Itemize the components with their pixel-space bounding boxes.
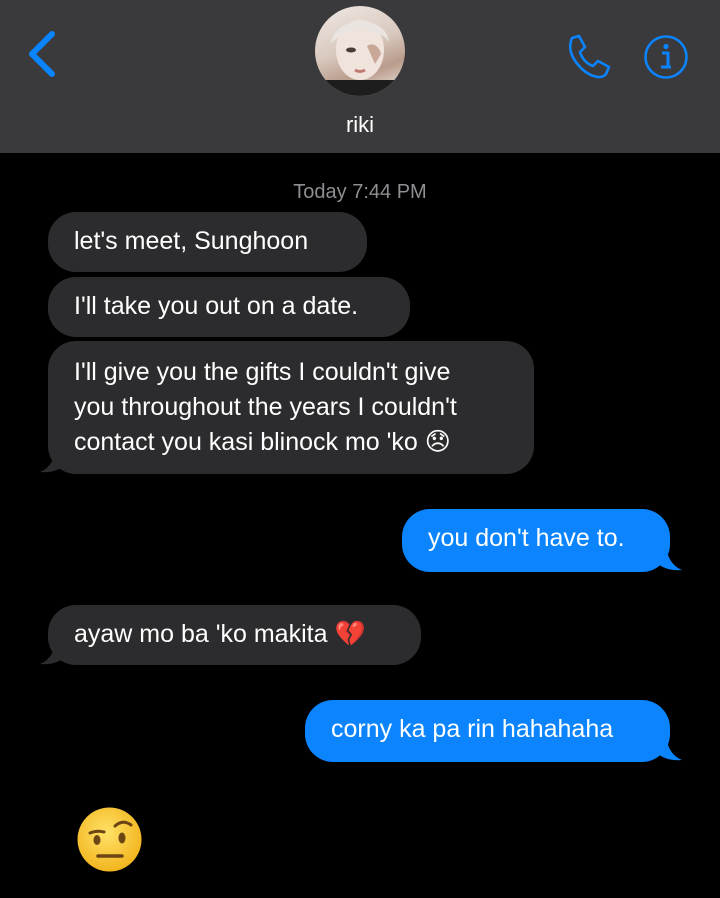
message-text: I'll take you out on a date.	[74, 292, 359, 320]
message-text: let's meet, Sunghoon	[74, 227, 309, 255]
contact-name[interactable]: riki	[0, 112, 720, 138]
message-timestamp: Today 7:44 PM	[293, 181, 427, 203]
contact-avatar[interactable]	[315, 6, 405, 96]
outgoing-message-bubble[interactable]: you don't have to.	[402, 509, 670, 572]
avatar-photo	[315, 20, 405, 96]
message-text-line: you throughout the years I couldn't	[74, 393, 457, 421]
info-icon[interactable]	[643, 34, 689, 80]
message-text: contact you kasi blinock mo 'ko	[74, 428, 418, 456]
message-text: ayaw mo ba 'ko makita	[74, 620, 328, 648]
outgoing-message-bubble[interactable]: corny ka pa rin hahahaha	[305, 700, 670, 762]
phone-icon[interactable]	[562, 32, 612, 82]
broken-heart-emoji: 💔	[334, 620, 366, 648]
disappointed-face-emoji: 😞	[424, 428, 451, 456]
incoming-message-bubble[interactable]: I'll take you out on a date.	[48, 277, 410, 337]
back-chevron-icon[interactable]	[22, 28, 62, 80]
conversation-header: riki	[0, 0, 720, 153]
message-text: corny ka pa rin hahahaha	[331, 715, 614, 743]
incoming-message-bubble[interactable]: let's meet, Sunghoon	[48, 212, 367, 272]
message-text-line: I'll give you the gifts I couldn't give	[74, 358, 451, 386]
incoming-message-bubble[interactable]: ayaw mo ba 'ko makita 💔	[48, 605, 421, 665]
message-text-line: contact you kasi blinock mo 'ko 😞	[74, 425, 508, 460]
incoming-message-bubble[interactable]: I'll give you the gifts I couldn't give …	[48, 341, 534, 474]
raised-eyebrow-emoji[interactable]	[76, 806, 143, 873]
message-text: you don't have to.	[428, 524, 625, 552]
